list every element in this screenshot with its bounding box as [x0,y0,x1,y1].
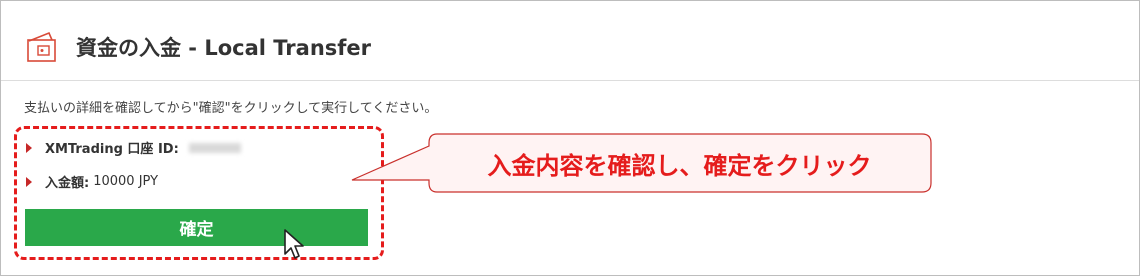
callout-text: 入金内容を確認し、確定をクリック [487,151,872,180]
mouse-cursor-icon [284,229,304,259]
